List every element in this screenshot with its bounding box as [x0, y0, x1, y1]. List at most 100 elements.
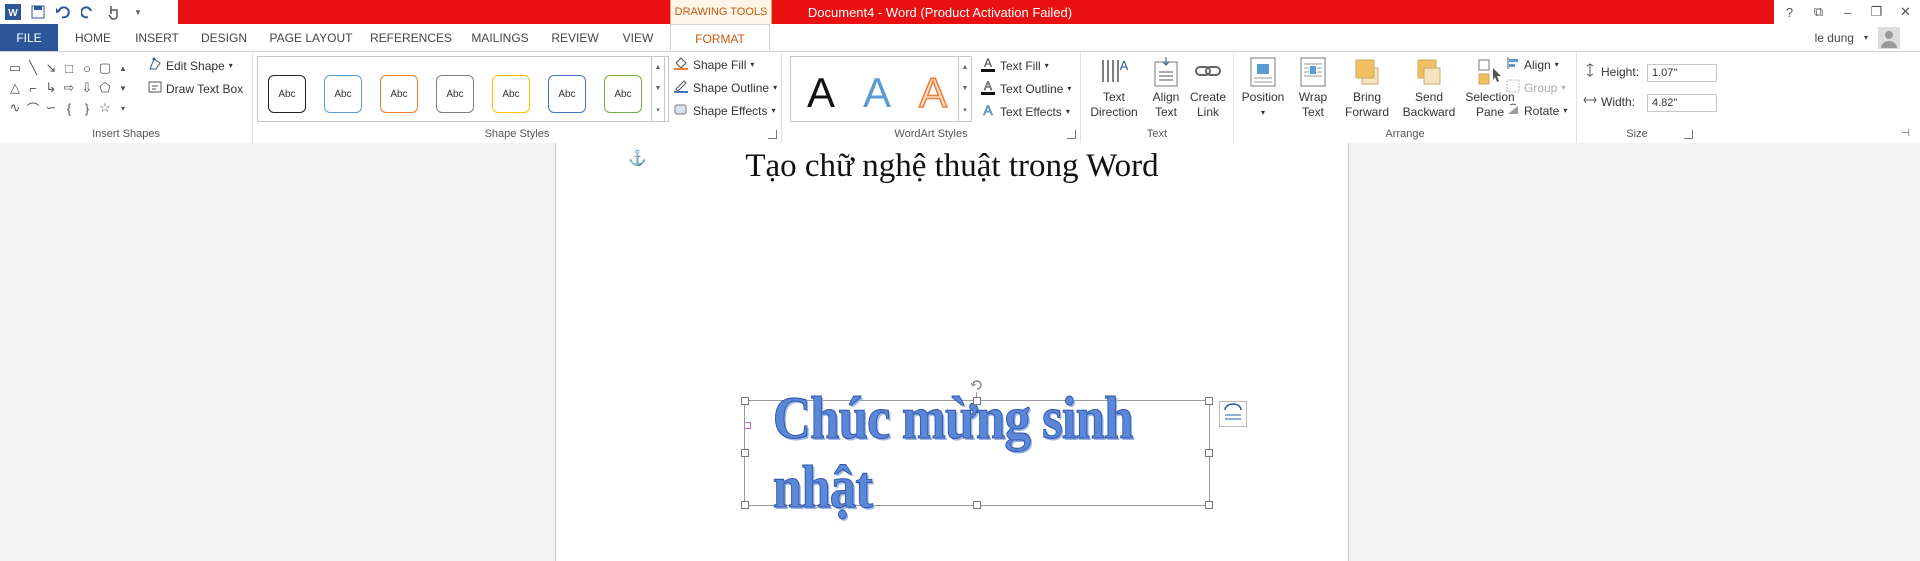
minimize-icon[interactable]: – [1833, 0, 1862, 24]
close-icon[interactable]: ✕ [1891, 0, 1920, 24]
line-shape-icon[interactable]: ╲ [24, 58, 42, 78]
elbow-arrow-shape-icon[interactable]: ↳ [42, 78, 60, 98]
shape-style-4[interactable]: Abc [436, 75, 474, 113]
arc-shape-icon[interactable]: ⌒ [24, 98, 42, 118]
document-heading[interactable]: Tạo chữ nghệ thuật trong Word [556, 148, 1348, 185]
right-arrow-shape-icon[interactable]: ⇨ [60, 78, 78, 98]
resize-handle-right[interactable] [1205, 449, 1213, 457]
resize-handle-top[interactable] [973, 397, 981, 405]
text-effects-button[interactable]: A Text Effects ▾ [980, 102, 1070, 121]
resize-handle-bottom-right[interactable] [1205, 501, 1213, 509]
gallery-up-icon[interactable]: ▲ [962, 64, 969, 71]
wordart-styles-scroll[interactable]: ▲ ▼ ▾ [958, 56, 972, 122]
shape-style-7[interactable]: Abc [604, 75, 642, 113]
shape-outline-button[interactable]: Shape Outline ▾ [673, 79, 777, 96]
tab-insert[interactable]: INSERT [132, 24, 182, 51]
size-dialog-launcher[interactable] [1684, 130, 1693, 139]
group-button[interactable]: Group ▾ [1506, 79, 1565, 96]
tab-format[interactable]: FORMAT [670, 24, 770, 53]
text-outline-button[interactable]: A Text Outline ▾ [980, 79, 1071, 98]
gallery-down-icon[interactable]: ▼ [655, 85, 662, 92]
wrap-text-button[interactable]: Wrap Text [1290, 56, 1336, 120]
star-shape-icon[interactable]: ☆ [96, 98, 114, 118]
wordart-text[interactable]: Chúc mừng sinh nhật [772, 385, 1181, 521]
layout-options-button[interactable] [1219, 401, 1247, 427]
text-direction-button[interactable]: A Text Direction [1085, 56, 1143, 120]
gallery-more-icon[interactable]: ▾ [114, 98, 132, 118]
shape-styles-scroll[interactable]: ▲ ▼ ▾ [651, 56, 665, 122]
curve-shape-icon[interactable]: ∿ [6, 98, 24, 118]
position-button[interactable]: Position ▾ [1238, 56, 1288, 120]
wordart-textbox[interactable]: Chúc mừng sinh nhật [741, 385, 1213, 521]
shape-styles-dialog-launcher[interactable] [768, 130, 777, 139]
shape-effects-button[interactable]: Shape Effects ▾ [673, 102, 776, 119]
redo-icon[interactable] [79, 3, 97, 21]
gallery-down-icon[interactable]: ▼ [114, 78, 132, 98]
resize-handle-top-left[interactable] [741, 397, 749, 405]
text-box-shape-icon[interactable]: ▭ [6, 58, 24, 78]
shape-style-3[interactable]: Abc [380, 75, 418, 113]
rotate-button[interactable]: Rotate ▾ [1506, 102, 1567, 119]
user-account[interactable]: le dung ▾ [1815, 24, 1900, 51]
tab-review[interactable]: REVIEW [548, 24, 602, 51]
document-page[interactable]: ⚓ Tạo chữ nghệ thuật trong Word Chúc mừn… [555, 143, 1349, 561]
left-brace-shape-icon[interactable]: { [60, 98, 78, 118]
tab-home[interactable]: HOME [70, 24, 116, 51]
gallery-down-icon[interactable]: ▼ [962, 85, 969, 92]
shape-style-1[interactable]: Abc [268, 75, 306, 113]
oval-shape-icon[interactable]: ○ [78, 58, 96, 78]
width-input[interactable]: 4.82" [1647, 94, 1717, 112]
flowchart-shape-icon[interactable]: ⬠ [96, 78, 114, 98]
align-text-button[interactable]: Align Text [1145, 56, 1187, 120]
down-arrow-shape-icon[interactable]: ⇩ [78, 78, 96, 98]
tab-file[interactable]: FILE [0, 24, 58, 51]
right-brace-shape-icon[interactable]: } [78, 98, 96, 118]
wordart-style-blue[interactable]: A [855, 69, 899, 117]
pin-ribbon-icon[interactable]: ⊣ [1901, 128, 1910, 139]
create-link-button[interactable]: Create Link [1187, 56, 1229, 120]
send-backward-button[interactable]: Send Backward [1398, 56, 1460, 120]
help-icon[interactable]: ? [1775, 0, 1804, 24]
align-button[interactable]: Align ▾ [1506, 56, 1559, 73]
user-name[interactable]: le dung [1815, 31, 1854, 45]
save-icon[interactable] [29, 3, 47, 21]
arrow-line-shape-icon[interactable]: ↘ [42, 58, 60, 78]
chevron-down-icon[interactable]: ▾ [1864, 33, 1868, 42]
bring-forward-button[interactable]: Bring Forward [1338, 56, 1396, 120]
wordart-styles-dialog-launcher[interactable] [1067, 130, 1076, 139]
edit-shape-button[interactable]: Edit Shape ▾ [148, 57, 233, 74]
adjustment-handle[interactable] [744, 422, 751, 429]
touch-mode-icon[interactable] [104, 3, 122, 21]
restore-icon[interactable]: ❐ [1862, 0, 1891, 24]
tab-design[interactable]: DESIGN [198, 24, 250, 51]
word-logo-icon[interactable]: W [4, 3, 22, 21]
tab-references[interactable]: REFERENCES [370, 24, 452, 51]
wordart-style-black[interactable]: A [799, 69, 843, 117]
text-fill-button[interactable]: A Text Fill ▾ [980, 56, 1049, 75]
wordart-style-orange-outline[interactable]: A [911, 68, 955, 117]
tab-view[interactable]: VIEW [618, 24, 658, 51]
gallery-up-icon[interactable]: ▲ [655, 64, 662, 71]
gallery-more-icon[interactable]: ▾ [656, 106, 660, 114]
height-input[interactable]: 1.07" [1647, 64, 1717, 82]
tab-page-layout[interactable]: PAGE LAYOUT [268, 24, 354, 51]
freeform-shape-icon[interactable]: ∽ [42, 98, 60, 118]
ribbon-display-options-icon[interactable]: ⧉ [1804, 0, 1833, 24]
shape-style-5[interactable]: Abc [492, 75, 530, 113]
rectangle-shape-icon[interactable]: □ [60, 58, 78, 78]
tab-mailings[interactable]: MAILINGS [468, 24, 532, 51]
shape-fill-button[interactable]: Shape Fill ▾ [673, 56, 754, 73]
draw-text-box-button[interactable]: Draw Text Box [148, 80, 243, 97]
resize-handle-left[interactable] [741, 449, 749, 457]
triangle-shape-icon[interactable]: △ [6, 78, 24, 98]
resize-handle-top-right[interactable] [1205, 397, 1213, 405]
undo-icon[interactable] [54, 3, 72, 21]
elbow-connector-shape-icon[interactable]: ⌐ [24, 78, 42, 98]
customize-qat-icon[interactable]: ▾ [129, 3, 147, 21]
avatar[interactable] [1878, 26, 1900, 49]
rounded-rectangle-shape-icon[interactable]: ▢ [96, 58, 114, 78]
shape-style-2[interactable]: Abc [324, 75, 362, 113]
gallery-up-icon[interactable]: ▲ [114, 58, 132, 78]
shape-style-6[interactable]: Abc [548, 75, 586, 113]
resize-handle-bottom-left[interactable] [741, 501, 749, 509]
